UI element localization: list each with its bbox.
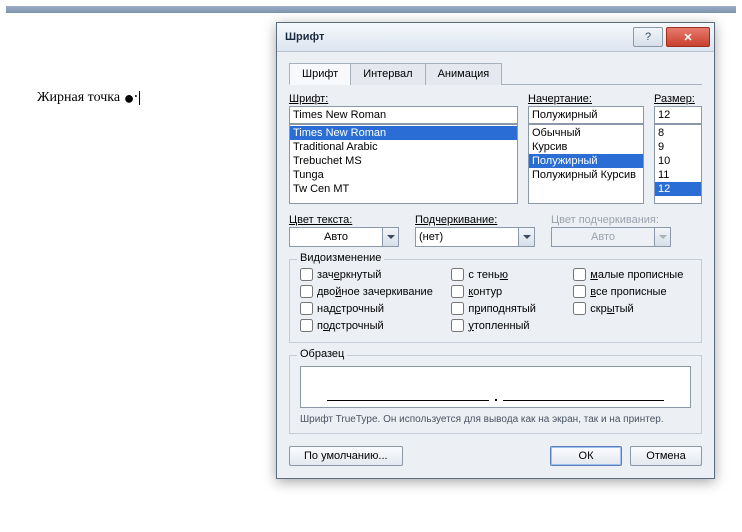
list-item[interactable]: 10 [655, 154, 701, 168]
size-input[interactable] [654, 106, 702, 124]
font-listbox[interactable]: Times New Roman Traditional Arabic Trebu… [289, 124, 518, 204]
help-button[interactable]: ? [633, 27, 663, 47]
app-titlebar-stub [6, 6, 736, 13]
list-item[interactable]: Полужирный [529, 154, 643, 168]
style-label: Начертание: [528, 93, 644, 105]
dropdown-button[interactable] [383, 227, 399, 247]
list-item[interactable]: Trebuchet MS [290, 154, 517, 168]
list-item[interactable]: 11 [655, 168, 701, 182]
tab-animation[interactable]: Анимация [425, 63, 503, 85]
preview-box [300, 366, 691, 408]
cancel-button[interactable]: Отмена [630, 446, 702, 466]
tab-font[interactable]: Шрифт [289, 63, 351, 85]
dropdown-button[interactable] [519, 227, 535, 247]
default-button[interactable]: По умолчанию... [289, 446, 403, 466]
textcolor-label: Цвет текста: [289, 214, 399, 226]
cb-smallcaps[interactable]: малые прописные [573, 268, 691, 281]
list-item[interactable]: Курсив [529, 140, 643, 154]
list-item[interactable]: Times New Roman [290, 126, 517, 140]
dialog-title: Шрифт [285, 31, 324, 43]
preview-title: Образец [297, 348, 347, 360]
close-button[interactable]: ✕ [666, 27, 710, 47]
list-item[interactable]: 12 [655, 182, 701, 196]
ok-button[interactable]: ОК [550, 446, 622, 466]
cb-superscript[interactable]: надстрочный [300, 302, 437, 315]
underlinecolor-select: Авто [551, 227, 655, 247]
underline-select[interactable]: (нет) [415, 227, 519, 247]
cb-shadow[interactable]: с тенью [451, 268, 559, 281]
cb-hidden[interactable]: скрытый [573, 302, 691, 315]
style-listbox[interactable]: Обычный Курсив Полужирный Полужирный Кур… [528, 124, 644, 204]
dialog-titlebar[interactable]: Шрифт ? ✕ [277, 23, 714, 52]
list-item[interactable]: Полужирный Курсив [529, 168, 643, 182]
list-item[interactable]: Tw Cen MT [290, 182, 517, 196]
font-label: Шрифт: [289, 93, 518, 105]
font-dialog: Шрифт ? ✕ Шрифт Интервал Анимация Шрифт:… [276, 22, 715, 479]
cb-subscript[interactable]: подстрочный [300, 319, 437, 332]
preview-group: Образец Шрифт TrueType. Он используется … [289, 355, 702, 434]
effects-title: Видоизменение [297, 252, 384, 264]
cb-allcaps[interactable]: все прописные [573, 285, 691, 298]
cb-strikethrough[interactable]: зачеркнутый [300, 268, 437, 281]
list-item[interactable]: 8 [655, 126, 701, 140]
list-item[interactable]: 9 [655, 140, 701, 154]
font-input[interactable] [289, 106, 518, 124]
list-item[interactable]: Tunga [290, 168, 517, 182]
hint-text: Шрифт TrueType. Он используется для выво… [300, 414, 691, 425]
cb-double-strike[interactable]: двойное зачеркивание [300, 285, 437, 298]
cb-engrave[interactable]: утопленный [451, 319, 559, 332]
underlinecolor-label: Цвет подчеркивания: [551, 214, 671, 226]
size-listbox[interactable]: 8 9 10 11 12 [654, 124, 702, 204]
tab-spacing[interactable]: Интервал [350, 63, 425, 85]
cb-outline[interactable]: контур [451, 285, 559, 298]
underline-label: Подчеркивание: [415, 214, 535, 226]
tab-bar: Шрифт Интервал Анимация [289, 62, 702, 85]
cb-emboss[interactable]: приподнятый [451, 302, 559, 315]
list-item[interactable]: Traditional Arabic [290, 140, 517, 154]
list-item[interactable]: Обычный [529, 126, 643, 140]
textcolor-select[interactable]: Авто [289, 227, 383, 247]
document-text: Жирная точка ●• [37, 90, 140, 106]
dropdown-button [655, 227, 671, 247]
effects-group: Видоизменение зачеркнутый двойное зачерк… [289, 259, 702, 343]
size-label: Размер: [654, 93, 702, 105]
style-input[interactable] [528, 106, 644, 124]
